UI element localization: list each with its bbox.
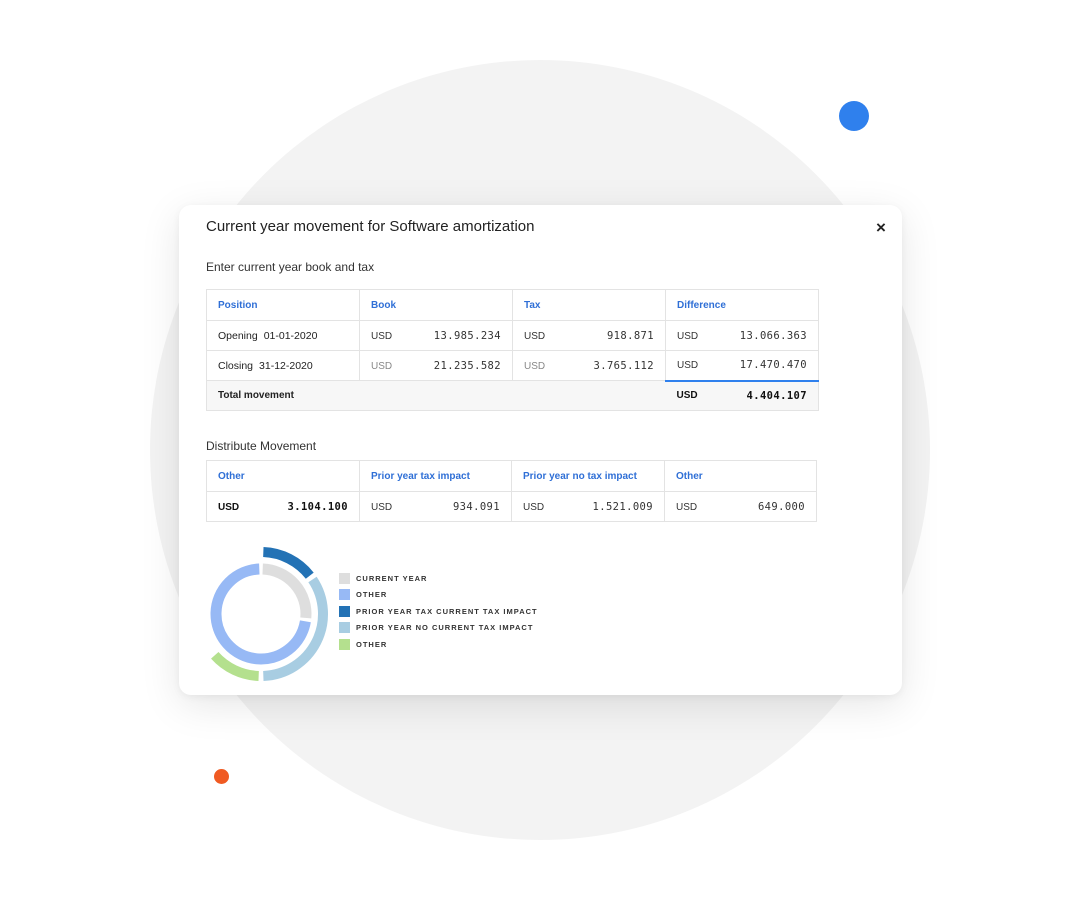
currency-label: USD (371, 360, 393, 372)
movement-modal: Current year movement for Software amort… (179, 205, 902, 695)
position-date: 01-01-2020 (263, 329, 318, 342)
book-tax-section-label: Enter current year book and tax (206, 260, 375, 274)
difference-cell-closing[interactable]: USD 17.470.470 (665, 350, 819, 382)
column-header-prior-year-tax-impact: Prior year tax impact (359, 460, 512, 492)
distribute-header-row: Other Prior year tax impact Prior year n… (206, 460, 817, 492)
total-movement-label: Total movement (206, 380, 666, 411)
currency-label: USD (523, 501, 545, 513)
distribute-section-label: Distribute Movement (206, 439, 317, 453)
prior-year-no-tax-impact-input[interactable]: USD 1.521.009 (511, 491, 665, 522)
prior-year-tax-impact-input[interactable]: USD 934.091 (359, 491, 512, 522)
currency-label: USD (371, 330, 393, 342)
legend-label: CURRENT YEAR (356, 573, 428, 583)
other-input[interactable]: USD 649.000 (664, 491, 817, 522)
modal-title: Current year movement for Software amort… (206, 218, 535, 235)
legend-label: PRIOR YEAR TAX CURRENT TAX IMPACT (356, 606, 538, 616)
tax-input-opening[interactable]: USD 918.871 (512, 320, 666, 351)
other-value: 649.000 (757, 500, 805, 513)
currency-label: USD (677, 330, 699, 342)
column-header-other-2: Other (664, 460, 817, 492)
book-value: 21.235.582 (433, 359, 501, 372)
legend-item: PRIOR YEAR NO CURRENT TAX IMPACT (339, 620, 538, 637)
chart-legend: CURRENT YEAR OTHER PRIOR YEAR TAX CURRENT … (339, 570, 538, 653)
currency-label: USD (524, 330, 546, 342)
close-button[interactable]: × (876, 219, 886, 236)
decorative-blue-dot (839, 101, 869, 131)
table-header-row: Position Book Tax Difference (206, 289, 819, 321)
prior-year-no-tax-impact-value: 1.521.009 (592, 500, 653, 513)
distribute-other-cell: USD 3.104.100 (206, 491, 360, 522)
difference-cell-opening: USD 13.066.363 (665, 320, 819, 351)
donut-slice-current-year (262, 563, 312, 619)
table-row-closing: Closing 31-12-2020 USD 21.235.582 USD 3.765… (206, 350, 819, 382)
column-header-position: Position (206, 289, 360, 321)
book-input-opening[interactable]: USD 13.985.234 (359, 320, 513, 351)
legend-item: OTHER (339, 636, 538, 653)
total-movement-value: 4.404.107 (746, 389, 807, 402)
difference-value: 17.470.470 (739, 359, 807, 372)
legend-swatch (339, 638, 350, 650)
legend-swatch (339, 589, 350, 601)
movement-donut-chart (210, 547, 328, 681)
legend-swatch (339, 605, 350, 617)
decorative-orange-dot (214, 769, 229, 784)
column-header-prior-year-no-tax-impact: Prior year no tax impact (511, 460, 665, 492)
difference-value: 13.066.363 (739, 329, 807, 342)
total-movement-row: Total movement USD 4.404.107 (206, 380, 819, 411)
currency-label: USD (676, 389, 698, 401)
legend-label: OTHER (356, 639, 388, 649)
position-cell: Opening 01-01-2020 (206, 320, 360, 351)
tax-input-closing[interactable]: USD 3.765.112 (512, 350, 666, 381)
book-value: 13.985.234 (433, 329, 501, 342)
distribute-values-row: USD 3.104.100 USD 934.091 USD 1.521.009 USD… (206, 491, 817, 522)
currency-label: USD (677, 360, 699, 372)
book-tax-table: Position Book Tax Difference Opening 01-0… (206, 289, 819, 411)
position-date: 31-12-2020 (259, 359, 313, 372)
column-header-tax: Tax (512, 289, 666, 321)
tax-value: 3.765.112 (593, 359, 654, 372)
currency-label: USD (676, 501, 698, 513)
tax-value: 918.871 (606, 329, 654, 342)
position-label: Opening (218, 329, 258, 342)
table-row-opening: Opening 01-01-2020 USD 13.985.234 USD 918.8… (206, 320, 819, 351)
legend-label: OTHER (356, 590, 388, 600)
column-header-other: Other (206, 460, 360, 492)
position-cell: Closing 31-12-2020 (206, 350, 360, 381)
currency-label: USD (524, 360, 546, 372)
distribute-table: Other Prior year tax impact Prior year n… (206, 460, 817, 522)
currency-label: USD (371, 501, 393, 513)
legend-item: OTHER (339, 587, 538, 604)
legend-item: PRIOR YEAR TAX CURRENT TAX IMPACT (339, 603, 538, 620)
total-movement-cell: USD 4.404.107 (665, 380, 819, 411)
legend-item: CURRENT YEAR (339, 570, 538, 587)
position-label: Closing (218, 359, 254, 372)
currency-label: USD (218, 501, 240, 513)
column-header-difference: Difference (665, 289, 819, 321)
book-input-closing[interactable]: USD 21.235.582 (359, 350, 513, 381)
legend-swatch (339, 622, 350, 634)
legend-swatch (339, 572, 350, 584)
legend-label: PRIOR YEAR NO CURRENT TAX IMPACT (356, 623, 534, 633)
distribute-other-value: 3.104.100 (287, 500, 348, 513)
column-header-book: Book (359, 289, 513, 321)
prior-year-tax-impact-value: 934.091 (452, 500, 500, 513)
